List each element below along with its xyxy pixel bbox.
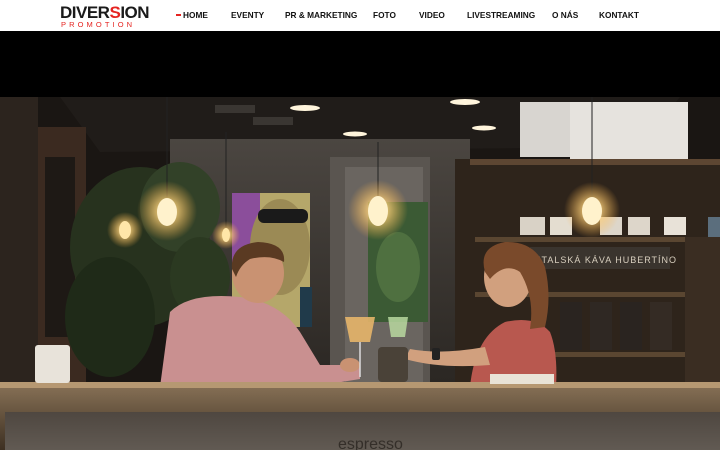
nav-label: O NÁS [552, 10, 579, 20]
nav-label: KONTAKT [599, 10, 639, 20]
nav-item-o-nas[interactable]: O NÁS [552, 0, 578, 31]
man-hand [340, 358, 360, 372]
shelf-side [685, 237, 720, 397]
coffee-bag [620, 302, 642, 350]
nav-item-livestreaming[interactable]: LIVESTREAMING [467, 0, 535, 31]
nav-item-video[interactable]: VIDEO [419, 0, 445, 31]
shelf-product [520, 217, 545, 235]
pendant-bulb [157, 198, 177, 226]
ceiling-light [343, 131, 367, 137]
coffee-bag [650, 302, 672, 350]
ceiling-vent [253, 117, 293, 125]
shelf-sign-text: ITALSKÁ KÁVA HUBERTÍNO [538, 255, 677, 265]
nav-label: EVENTY [231, 10, 265, 20]
ceiling-light [472, 125, 496, 131]
active-indicator [176, 14, 181, 16]
nav-label: HOME [183, 10, 208, 20]
nav-item-home[interactable]: HOME [176, 0, 208, 31]
shelf-product [628, 217, 650, 235]
woman-watch [432, 348, 440, 360]
nav-item-pr-marketing[interactable]: PR & MARKETING [285, 0, 357, 31]
hero-video[interactable]: ITALSKÁ KÁVA HUBERTÍNO espresso [0, 97, 720, 450]
main-nav: HOME EVENTY PR & MARKETING FOTO VIDEO LI… [0, 0, 720, 31]
nav-item-kontakt[interactable]: KONTAKT [599, 0, 639, 31]
counter-card [490, 374, 554, 384]
shelf-product [664, 217, 686, 235]
window-frame-left [0, 97, 38, 387]
jar [378, 347, 408, 382]
hero-letterbox-top [0, 31, 720, 97]
coffee-bag [590, 302, 612, 350]
plant [65, 257, 155, 377]
counter-edge [0, 382, 720, 388]
cocktail-glass [388, 317, 408, 337]
poster-sunglasses [258, 209, 308, 223]
ceiling-light [450, 99, 480, 105]
pendant-bulb [119, 221, 131, 239]
ceiling-light [290, 105, 320, 111]
poster-detail [300, 287, 312, 327]
pendant-bulb [582, 197, 602, 225]
nav-item-eventy[interactable]: EVENTY [231, 0, 264, 31]
nav-label: PR & MARKETING [285, 10, 358, 20]
nav-label: VIDEO [419, 10, 445, 20]
paper-towel-roll [35, 345, 70, 383]
ceiling-vent [215, 105, 255, 113]
cocktail-glass [345, 317, 375, 342]
nav-item-foto[interactable]: FOTO [373, 0, 396, 31]
pendant-bulb [368, 196, 388, 226]
wall-block [570, 102, 688, 160]
poster-figure [376, 232, 420, 302]
nav-label: FOTO [373, 10, 396, 20]
wall-fixture [708, 217, 720, 237]
coffee-bag [560, 302, 582, 350]
nav-label: LIVESTREAMING [467, 10, 536, 20]
hero-scene: ITALSKÁ KÁVA HUBERTÍNO espresso [0, 97, 720, 450]
counter-logo-text: espresso [338, 436, 403, 450]
site-header: DIVERSION PROMOTION HOME EVENTY PR & MAR… [0, 0, 720, 31]
pendant-bulb [222, 228, 230, 242]
shelf-top [470, 159, 720, 165]
